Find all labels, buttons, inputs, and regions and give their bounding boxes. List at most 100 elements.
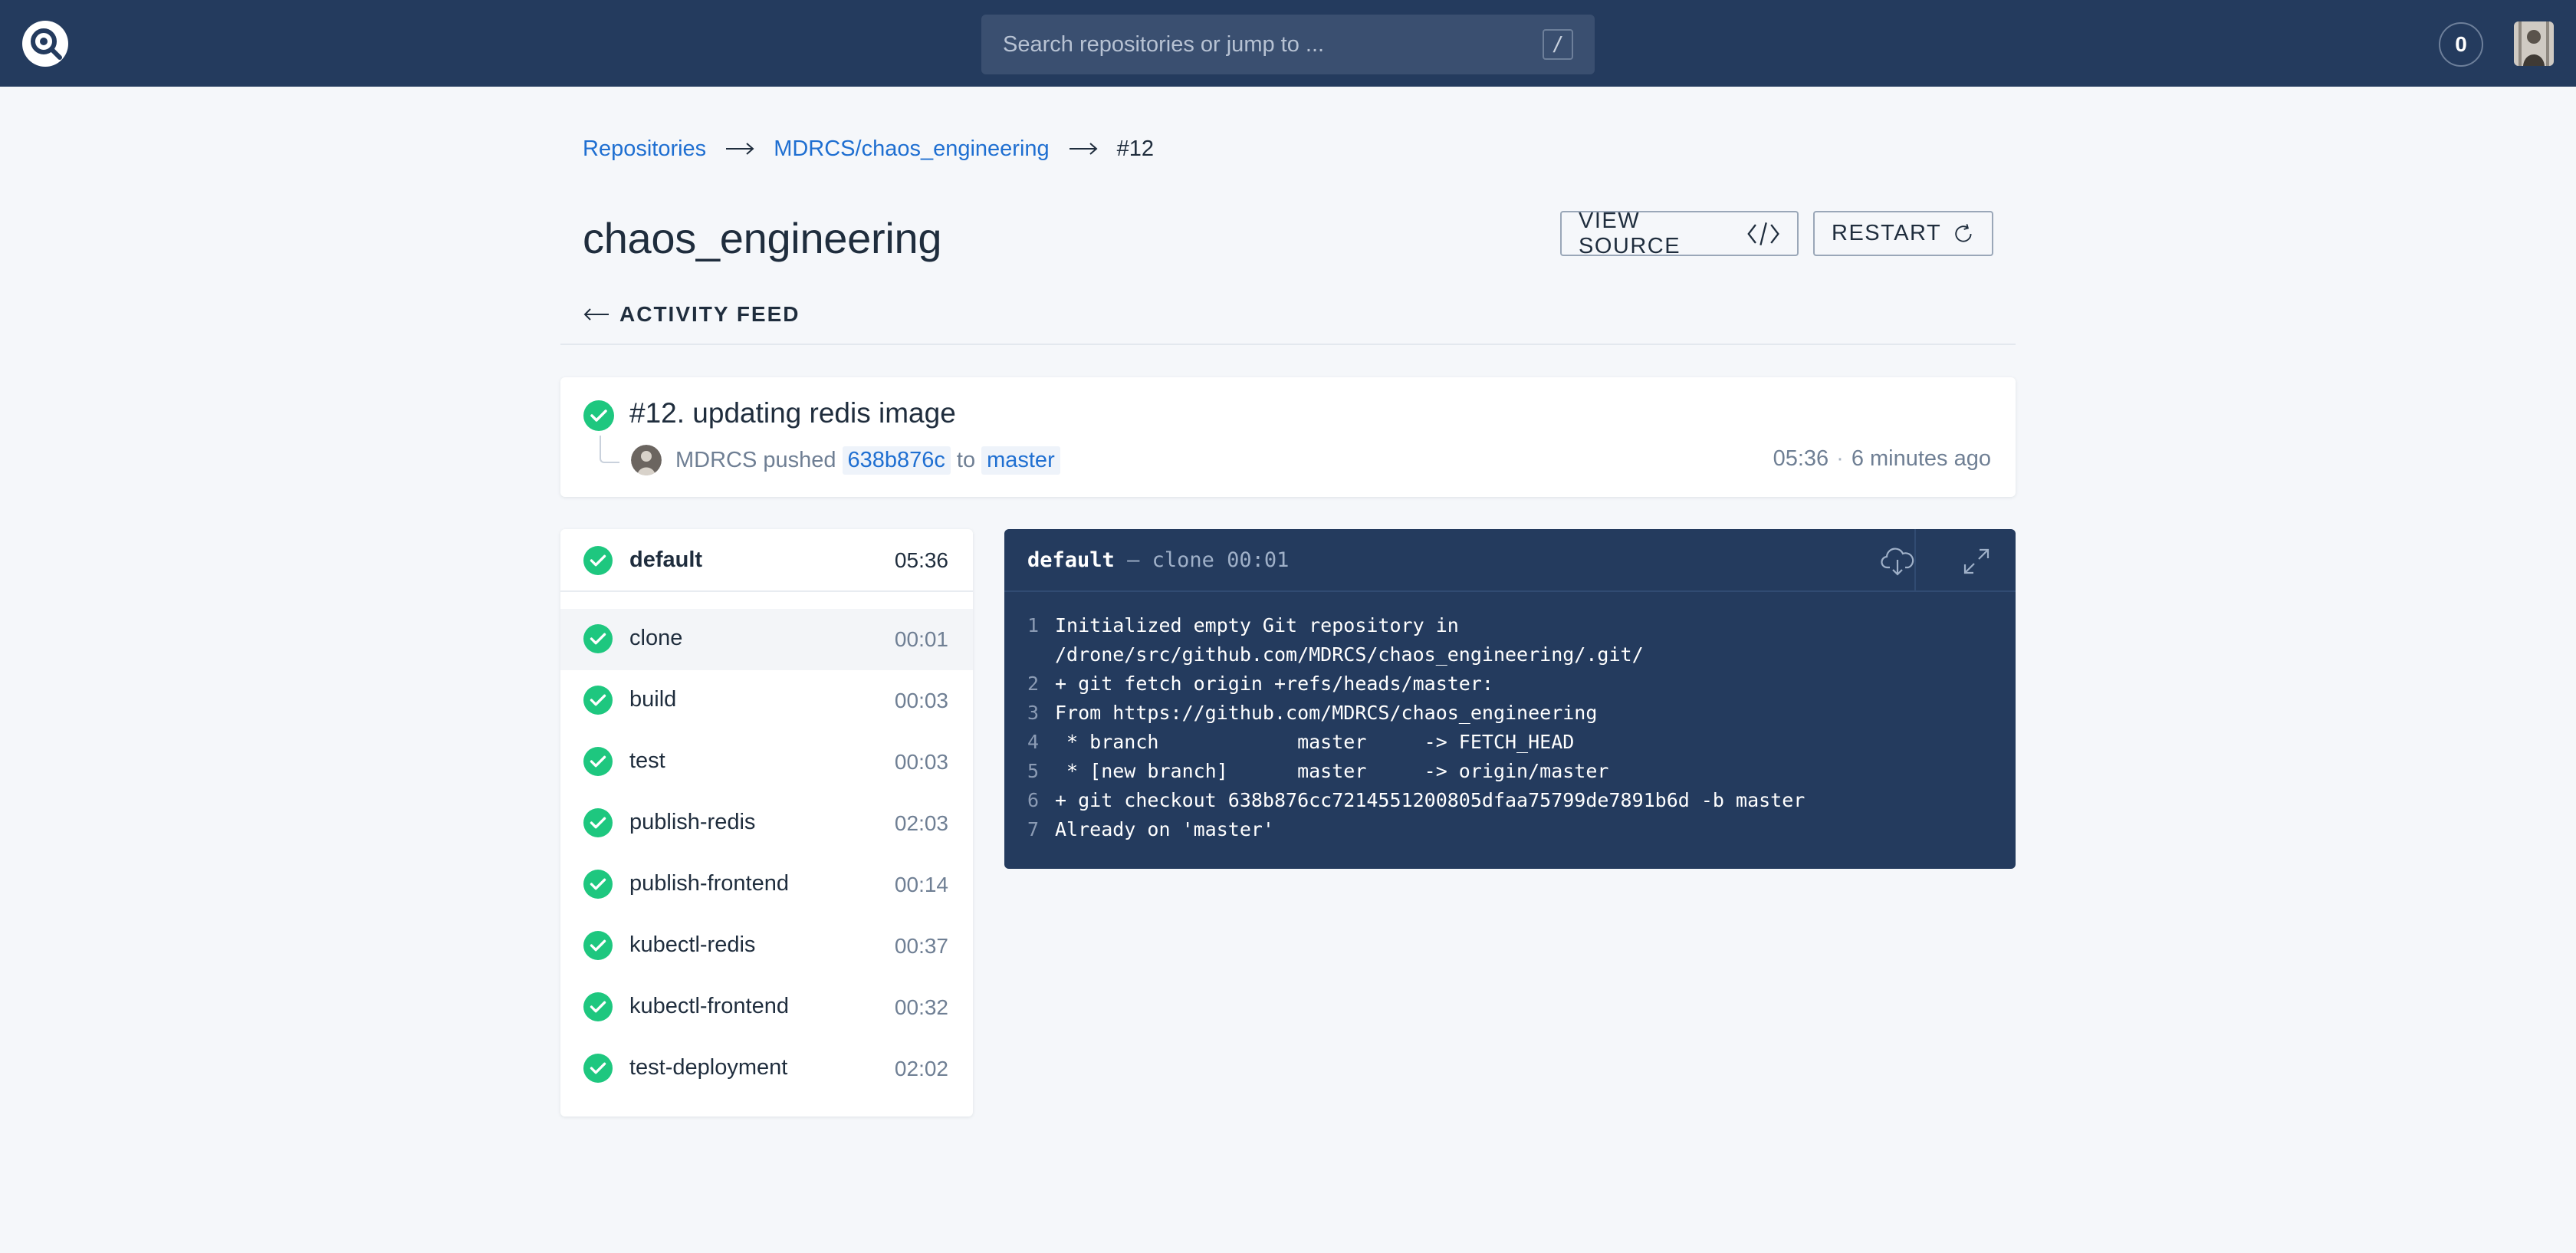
build-time: 05:36 xyxy=(1773,446,1829,471)
log-title: default — clone 00:01 xyxy=(1027,548,1289,572)
log-stage-name: default xyxy=(1027,548,1115,572)
log-line: 3 From https://github.com/MDRCS/chaos_eng… xyxy=(1027,699,1993,728)
breadcrumb: Repositories MDRCS/chaos_engineering #12 xyxy=(583,132,1154,166)
log-header: default — clone 00:01 xyxy=(1004,529,2016,592)
stage-row-default[interactable]: default 05:36 xyxy=(560,529,973,592)
step-duration: 00:03 xyxy=(894,750,948,774)
step-duration: 00:01 xyxy=(894,627,948,651)
drone-logo-icon[interactable] xyxy=(21,20,69,67)
line-text: + git fetch origin +refs/heads/master: xyxy=(1055,673,1493,695)
search-input[interactable]: Search repositories or jump to ... / xyxy=(981,15,1595,74)
step-name: build xyxy=(629,687,677,712)
refresh-icon xyxy=(1955,223,1972,242)
line-number: 3 xyxy=(1027,702,1040,724)
step-name: publish-frontend xyxy=(629,871,789,896)
build-title: #12. updating redis image xyxy=(629,397,956,429)
log-step-name: clone xyxy=(1152,548,1214,572)
step-duration: 00:37 xyxy=(894,934,948,958)
branch-link[interactable]: master xyxy=(981,446,1060,475)
search-shortcut-key: / xyxy=(1543,29,1573,60)
build-age: 6 minutes ago xyxy=(1851,446,1991,471)
step-row-build[interactable]: build 00:03 xyxy=(560,670,973,732)
expand-icon[interactable] xyxy=(1963,548,1990,579)
restart-button[interactable]: RESTART xyxy=(1813,211,1993,256)
line-number: 7 xyxy=(1027,818,1040,840)
step-name: test xyxy=(629,748,665,773)
line-text: Initialized empty Git repository in xyxy=(1055,614,1459,636)
step-row-clone[interactable]: clone 00:01 xyxy=(560,609,973,670)
view-source-button[interactable]: VIEW SOURCE xyxy=(1560,208,1799,258)
line-text: * branch master -> FETCH_HEAD xyxy=(1055,731,1575,753)
line-number xyxy=(1027,640,1055,669)
step-row-test[interactable]: test 00:03 xyxy=(560,732,973,793)
restart-label: RESTART xyxy=(1832,221,1942,245)
arrow-left-icon xyxy=(583,308,609,321)
step-log-panel: default — clone 00:01 1 Initialized empty… xyxy=(1004,529,2016,869)
view-source-label: VIEW SOURCE xyxy=(1579,208,1681,258)
line-text: /drone/src/github.com/MDRCS/chaos_engine… xyxy=(1055,643,1644,666)
log-header-divider xyxy=(1914,529,1916,592)
log-line: 4 * branch master -> FETCH_HEAD xyxy=(1027,728,1993,757)
line-number: 6 xyxy=(1027,789,1040,811)
step-name: kubectl-frontend xyxy=(629,994,789,1018)
step-name: test-deployment xyxy=(629,1055,788,1080)
author-avatar xyxy=(631,445,662,475)
step-duration: 00:14 xyxy=(894,873,948,896)
step-row-publish-redis[interactable]: publish-redis 02:03 xyxy=(560,793,973,854)
log-line: 7 Already on 'master' xyxy=(1027,815,1993,844)
line-number: 2 xyxy=(1027,673,1040,695)
check-circle-icon xyxy=(583,1054,613,1087)
check-circle-icon xyxy=(583,808,613,841)
check-circle-icon xyxy=(583,747,613,780)
line-number: 4 xyxy=(1027,731,1040,753)
log-line: 2 + git fetch origin +refs/heads/master: xyxy=(1027,669,1993,699)
log-line: /drone/src/github.com/MDRCS/chaos_engine… xyxy=(1027,640,1993,669)
line-text: From https://github.com/MDRCS/chaos_engi… xyxy=(1055,702,1598,724)
check-circle-icon xyxy=(583,400,614,435)
step-name: publish-redis xyxy=(629,810,756,834)
notification-count-badge[interactable]: 0 xyxy=(2439,22,2483,67)
activity-feed-label: ACTIVITY FEED xyxy=(619,302,800,326)
step-name: clone xyxy=(629,626,683,650)
check-circle-icon xyxy=(583,546,613,579)
breadcrumb-repositories-link[interactable]: Repositories xyxy=(583,136,706,162)
check-circle-icon xyxy=(583,992,613,1025)
log-line: 5 * [new branch] master -> origin/master xyxy=(1027,757,1993,786)
step-name: kubectl-redis xyxy=(629,932,756,957)
tree-connector xyxy=(600,436,619,463)
check-circle-icon xyxy=(583,870,613,903)
line-text: * [new branch] master -> origin/master xyxy=(1055,760,1609,782)
step-row-kubectl-redis[interactable]: kubectl-redis 00:37 xyxy=(560,916,973,977)
breadcrumb-repo-link[interactable]: MDRCS/chaos_engineering xyxy=(774,136,1049,162)
page-title: chaos_engineering xyxy=(583,214,942,262)
check-circle-icon xyxy=(583,931,613,964)
build-summary-card: #12. updating redis image MDRCS pushed 6… xyxy=(560,377,2016,497)
log-output: 1 Initialized empty Git repository in /dr… xyxy=(1027,611,1993,844)
commit-action: pushed xyxy=(763,448,836,472)
step-duration: 02:02 xyxy=(894,1057,948,1080)
line-text: + git checkout 638b876cc7214551200805dfa… xyxy=(1055,789,1806,811)
arrow-right-icon xyxy=(726,143,754,155)
cloud-download-icon[interactable] xyxy=(1881,546,1914,580)
step-row-test-deployment[interactable]: test-deployment 02:02 xyxy=(560,1038,973,1100)
line-number: 5 xyxy=(1027,760,1040,782)
check-circle-icon xyxy=(583,686,613,719)
step-row-publish-frontend[interactable]: publish-frontend 00:14 xyxy=(560,854,973,916)
line-text: Already on 'master' xyxy=(1055,818,1274,840)
section-divider xyxy=(560,344,2016,345)
top-navigation-bar: Search repositories or jump to ... / 0 xyxy=(0,0,2576,87)
commit-to-word: to xyxy=(956,448,976,472)
user-avatar[interactable] xyxy=(2514,21,2554,66)
breadcrumb-current: #12 xyxy=(1116,136,1155,161)
commit-sha-link[interactable]: 638b876c xyxy=(842,446,951,475)
pipeline-steps-panel: default 05:36 clone 00:01 build 00:03 te… xyxy=(560,529,973,1117)
code-icon xyxy=(1747,222,1779,245)
search-placeholder: Search repositories or jump to ... xyxy=(1003,31,1325,57)
arrow-right-icon xyxy=(1069,143,1098,155)
step-duration: 00:03 xyxy=(894,689,948,712)
log-line: 1 Initialized empty Git repository in xyxy=(1027,611,1993,640)
log-separator: — xyxy=(1127,548,1140,572)
activity-feed-back-link[interactable]: ACTIVITY FEED xyxy=(583,299,800,330)
step-row-kubectl-frontend[interactable]: kubectl-frontend 00:32 xyxy=(560,977,973,1038)
log-line: 6 + git checkout 638b876cc7214551200805df… xyxy=(1027,786,1993,815)
